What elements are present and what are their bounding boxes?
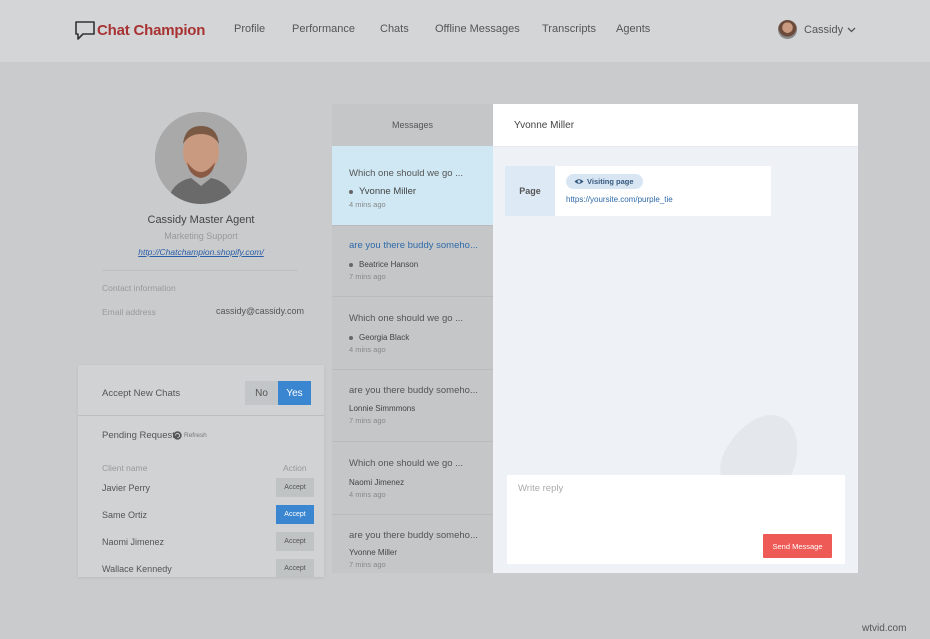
accept-new-chats-label: Accept New Chats [102,388,181,399]
message-time: 7 mins ago [349,416,386,425]
agent-name: Cassidy Master Agent [147,214,255,226]
message-time: 4 mins ago [349,490,386,499]
email-label: Email address [102,307,156,317]
messages-list: Messages Which one should we go ... Yvon… [332,104,493,573]
messages-header: Messages [391,120,434,130]
message-preview: are you there buddy someho... [349,385,478,396]
column-header-client: Client name [102,463,148,473]
message-item[interactable]: Which one should we go ... Georgia Black… [332,296,493,369]
divider [78,415,324,416]
status-dot [349,189,353,194]
message-sender: Georgia Black [349,333,409,342]
logo-text: Chat Champion [97,21,206,39]
message-sender-name: Lonnie Simmmons [349,404,416,413]
message-time: 7 mins ago [349,272,386,281]
refresh-button[interactable]: Refresh [173,431,207,440]
message-item[interactable]: Which one should we go ... Naomi Jimenez… [332,441,493,514]
message-sender: Yvonne Miller [349,186,416,197]
message-sender-name: Yvonne Miller [359,186,417,197]
message-item[interactable]: Which one should we go ... Yvonne Miller… [332,146,493,225]
column-header-action: Action [283,463,307,473]
user-menu[interactable]: Cassidy [778,20,856,39]
toggle-yes-button[interactable]: Yes [278,381,311,405]
logo[interactable]: Chat Champion [74,19,205,41]
message-sender-name: Yvonne Miller [349,548,398,557]
message-preview: Which one should we go ... [349,458,464,469]
accept-button[interactable]: Accept [276,532,314,551]
watermark: wtvid.com [862,623,907,634]
request-client-name: Javier Perry [102,483,151,493]
nav-agents[interactable]: Agents [616,23,650,35]
nav-performance[interactable]: Performance [292,23,355,35]
send-message-button[interactable]: Send Message [763,534,832,558]
message-item[interactable]: are you there buddy someho... Lonnie Sim… [332,369,493,441]
status-dot [349,262,353,267]
reply-input[interactable] [518,483,758,494]
message-preview: Which one should we go ... [349,313,464,324]
message-sender-name: Georgia Black [359,333,410,342]
agent-profile: Cassidy Master Agent Marketing Support h… [78,100,324,360]
refresh-label: Refresh [184,432,207,439]
refresh-icon [173,431,182,440]
page-label: Page [505,166,555,216]
accept-button[interactable]: Accept [276,478,314,497]
message-item[interactable]: are you there buddy someho... Yvonne Mil… [332,514,493,573]
accept-button[interactable]: Accept [276,559,314,577]
contact-info-label: Contact information [102,283,176,293]
agent-avatar [155,112,247,204]
chat-contact-name: Yvonne Miller [493,104,858,146]
message-item[interactable]: are you there buddy someho... Beatrice H… [332,225,493,296]
request-client-name: Same Ortiz [102,510,148,520]
eye-icon [574,179,584,184]
agent-role: Marketing Support [164,231,238,241]
divider [102,270,298,271]
message-time: 7 mins ago [349,560,386,569]
request-client-name: Wallace Kennedy [102,564,172,574]
accept-button[interactable]: Accept [276,505,314,524]
nav-transcripts[interactable]: Transcripts [542,23,596,35]
message-preview: Which one should we go ... [349,168,464,179]
message-preview: are you there buddy someho... [349,530,478,541]
message-time: 4 mins ago [349,200,386,209]
message-sender-name: Naomi Jimenez [349,478,405,487]
message-sender: Beatrice Hanson [349,260,418,269]
top-navigation-bar: Chat Champion Profile Performance Chats … [0,0,930,62]
nav-profile[interactable]: Profile [234,23,265,35]
pending-requests-card: Accept New Chats No Yes Pending Request … [78,365,324,577]
visiting-page-url[interactable]: https://yoursite.com/purple_tie [566,195,673,204]
pending-request-title: Pending Request [102,430,175,441]
message-preview: are you there buddy someho... [349,240,478,251]
visiting-page-badge: Visiting page [566,174,643,189]
nav-offline-messages[interactable]: Offline Messages [435,23,520,35]
visiting-page-label: Visiting page [587,177,634,186]
agent-url-link[interactable]: http://Chatchampion.shopify.com/ [78,247,324,257]
message-time: 4 mins ago [349,345,386,354]
chevron-down-icon [847,27,856,32]
accept-chats-toggle: No Yes [245,381,311,405]
nav-chats[interactable]: Chats [380,23,409,35]
toggle-no-button[interactable]: No [245,381,278,405]
reply-box: Send Message [507,475,845,564]
chat-bubble-icon [75,21,95,40]
user-name: Cassidy [804,23,844,36]
message-sender-name: Beatrice Hanson [359,260,419,269]
user-avatar [778,20,797,39]
chat-panel: Yvonne Miller Page Visiting page https:/… [493,104,858,573]
status-dot [349,335,353,340]
email-value: cassidy@cassidy.com [216,306,304,316]
request-client-name: Naomi Jimenez [102,537,165,547]
visiting-page-card: Page Visiting page https://yoursite.com/… [505,166,771,216]
